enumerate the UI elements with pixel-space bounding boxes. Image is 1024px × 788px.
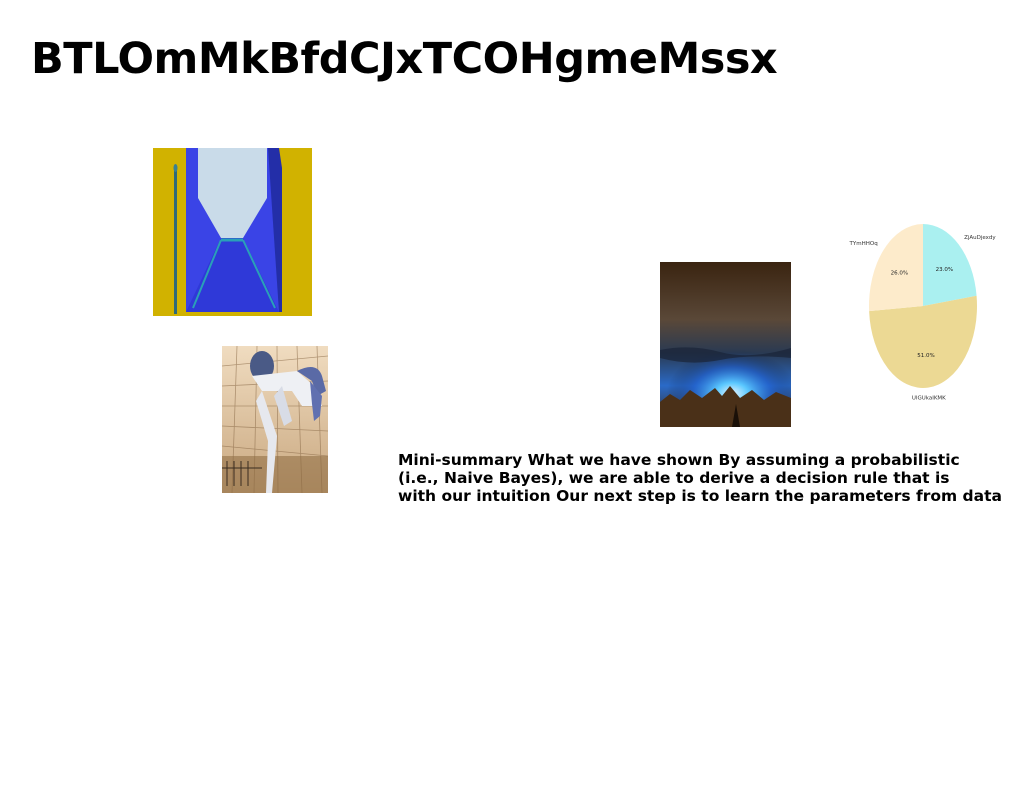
page-title: BTLOmMkBfdCJxTCOHgmeMssx — [31, 34, 778, 84]
blue-envelope-image — [153, 148, 312, 316]
pie-slice-2 — [869, 224, 923, 312]
pie-value-label-0: 23.0% — [936, 267, 953, 273]
blue-glow-landscape-image — [660, 262, 791, 427]
pie-value-label-2: 26.0% — [891, 270, 908, 276]
pie-category-label-2: TYmHHOq — [849, 241, 878, 247]
pie-chart: 23.0% ZjAuDjexdy 51.0% UlGUkaIKMK 26.0% TYmHH… — [849, 224, 996, 401]
pie-category-label-0: ZjAuDjexdy — [964, 235, 996, 241]
man-reaching-image — [222, 346, 328, 493]
pie-category-label-1: UlGUkaIKMK — [912, 395, 946, 401]
body-paragraph: Mini-summary What we have shown By assum… — [398, 451, 1002, 505]
pie-value-label-1: 51.0% — [917, 353, 934, 359]
